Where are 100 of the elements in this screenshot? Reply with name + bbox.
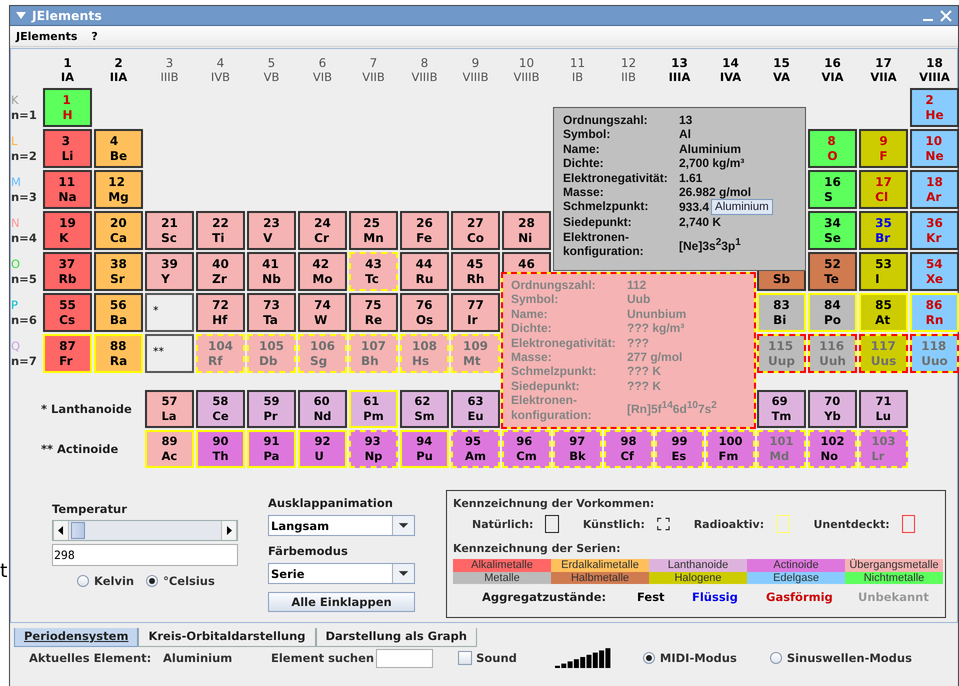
element-tile[interactable]: 26 Fe <box>400 211 449 250</box>
element-symbol: Sr <box>110 272 125 286</box>
group-label: VA <box>772 70 790 84</box>
element-tile[interactable]: 76 Os <box>400 293 449 332</box>
element-tile[interactable]: 89 Ac <box>145 430 194 468</box>
element-tile[interactable]: 1 H <box>43 88 92 127</box>
element-tile[interactable]: 23 V <box>247 211 296 250</box>
element-tile[interactable]: 38 Sr <box>94 252 143 291</box>
element-symbol: Lr <box>871 449 884 463</box>
element-tile[interactable]: 75 Re <box>349 293 398 332</box>
element-tile[interactable]: 93 Np <box>349 430 398 468</box>
element-tile[interactable]: 57 La <box>145 390 194 428</box>
element-tile[interactable]: 35 Br <box>859 211 908 250</box>
element-tile[interactable]: 92 U <box>298 430 347 468</box>
element-tile[interactable]: 61 Pm <box>349 390 398 428</box>
element-tile[interactable]: 12 Mg <box>94 170 143 209</box>
element-tile[interactable]: 72 Hf <box>196 293 245 332</box>
temperature-slider[interactable] <box>52 520 238 541</box>
sound-checkbox[interactable]: Sound <box>458 651 517 665</box>
volume-icon[interactable] <box>554 648 613 668</box>
slider-thumb[interactable] <box>71 522 86 539</box>
atomic-number: 84 <box>824 298 841 312</box>
element-tile[interactable]: 8 O <box>808 129 857 168</box>
mode-radio[interactable]: Sinuswellen-Modus <box>770 651 912 665</box>
close-icon[interactable] <box>940 10 952 22</box>
element-tile[interactable]: 96 Cm <box>502 430 551 468</box>
collapse-all-button[interactable]: Alle Einklappen <box>268 592 415 612</box>
element-tile[interactable]: 44 Ru <box>400 252 449 291</box>
shell-letter: O <box>11 256 22 272</box>
element-tile[interactable]: 43 Tc <box>349 252 398 291</box>
element-tile[interactable]: 69 Tm <box>757 390 806 428</box>
element-tile[interactable]: 91 Pa <box>247 430 296 468</box>
element-tile[interactable]: 34 Se <box>808 211 857 250</box>
element-tile[interactable]: 37 Rb <box>43 252 92 291</box>
element-tile[interactable]: 53 I <box>859 252 908 291</box>
element-tile[interactable]: 85 At <box>859 293 908 332</box>
atomic-number: 85 <box>875 298 892 312</box>
tab[interactable]: Periodensystem <box>14 628 138 647</box>
element-tile[interactable]: 74 W <box>298 293 347 332</box>
menu-item[interactable]: JElements <box>16 30 78 42</box>
element-symbol: Re <box>364 312 382 326</box>
atomic-number: 18 <box>926 174 943 188</box>
element-tile[interactable]: 39 Y <box>145 252 194 291</box>
element-tile[interactable]: 63 Eu <box>451 390 500 428</box>
element-tile[interactable]: 87 Fr <box>43 334 92 373</box>
element-tile[interactable]: 45 Rh <box>451 252 500 291</box>
element-tile[interactable]: 94 Pu <box>400 430 449 468</box>
temperature-field[interactable]: 298 <box>52 544 238 566</box>
element-tile[interactable]: 88 Ra <box>94 334 143 373</box>
element-tile[interactable]: 71 Lu <box>859 390 908 428</box>
element-tile[interactable]: 62 Sm <box>400 390 449 428</box>
unit-radio[interactable]: °Celsius <box>146 574 215 588</box>
element-tile[interactable]: 42 Mo <box>298 252 347 291</box>
element-tile[interactable]: 52 Te <box>808 252 857 291</box>
element-symbol: Uuh <box>819 354 846 368</box>
element-tile[interactable]: 59 Pr <box>247 390 296 428</box>
element-tile[interactable]: 19 K <box>43 211 92 250</box>
element-tile[interactable]: 25 Mn <box>349 211 398 250</box>
element-symbol: Hf <box>212 312 228 326</box>
element-tile[interactable]: 16 S <box>808 170 857 209</box>
color-mode-dropdown[interactable]: Serie <box>268 563 415 584</box>
element-symbol: Kr <box>926 230 942 244</box>
tab[interactable]: Kreis-Orbitaldarstellung <box>138 628 316 647</box>
element-tile[interactable]: 21 Sc <box>145 211 194 250</box>
mode-radio[interactable]: MIDI-Modus <box>642 651 737 665</box>
atomic-number: 75 <box>364 298 382 312</box>
tab[interactable]: Darstellung als Graph <box>316 628 477 647</box>
element-tile[interactable]: 83 Bi <box>757 293 806 332</box>
element-tile[interactable]: 55 Cs <box>43 293 92 332</box>
animation-dropdown[interactable]: Langsam <box>268 515 415 536</box>
menu-item[interactable]: ? <box>91 30 98 42</box>
search-field[interactable] <box>376 648 434 668</box>
element-tile[interactable]: 41 Nb <box>247 252 296 291</box>
element-tile[interactable]: 24 Cr <box>298 211 347 250</box>
element-tile[interactable]: 100 Fm <box>706 430 755 468</box>
element-tile[interactable]: 3 Li <box>43 129 92 168</box>
element-tile[interactable]: 4 Be <box>94 129 143 168</box>
group-number: 1 <box>63 56 72 70</box>
element-tile[interactable]: 77 Ir <box>451 293 500 332</box>
element-tile[interactable]: 27 Co <box>451 211 500 250</box>
element-tile[interactable]: 11 Na <box>43 170 92 209</box>
element-tile[interactable]: 98 Cf <box>604 430 653 468</box>
element-symbol: Bk <box>569 449 586 463</box>
element-tile[interactable]: 90 Th <box>196 430 245 468</box>
element-tile[interactable]: 28 Ni <box>502 211 551 250</box>
element-tile[interactable]: 99 Es <box>655 430 704 468</box>
element-tile[interactable]: 95 Am <box>451 430 500 468</box>
collapse-triangle-icon[interactable] <box>16 12 26 19</box>
element-tile[interactable]: 56 Ba <box>94 293 143 332</box>
element-tile[interactable]: 70 Yb <box>808 390 857 428</box>
element-tile[interactable]: 58 Ce <box>196 390 245 428</box>
element-tile[interactable]: 102 No <box>808 430 857 468</box>
element-tile[interactable]: 20 Ca <box>94 211 143 250</box>
element-tile[interactable]: 97 Bk <box>553 430 602 468</box>
element-tile[interactable]: 40 Zr <box>196 252 245 291</box>
element-tile[interactable]: 60 Nd <box>298 390 347 428</box>
element-tile[interactable]: 22 Ti <box>196 211 245 250</box>
unit-radio[interactable]: Kelvin <box>77 574 134 588</box>
element-tile[interactable]: 84 Po <box>808 293 857 332</box>
element-tile[interactable]: 73 Ta <box>247 293 296 332</box>
